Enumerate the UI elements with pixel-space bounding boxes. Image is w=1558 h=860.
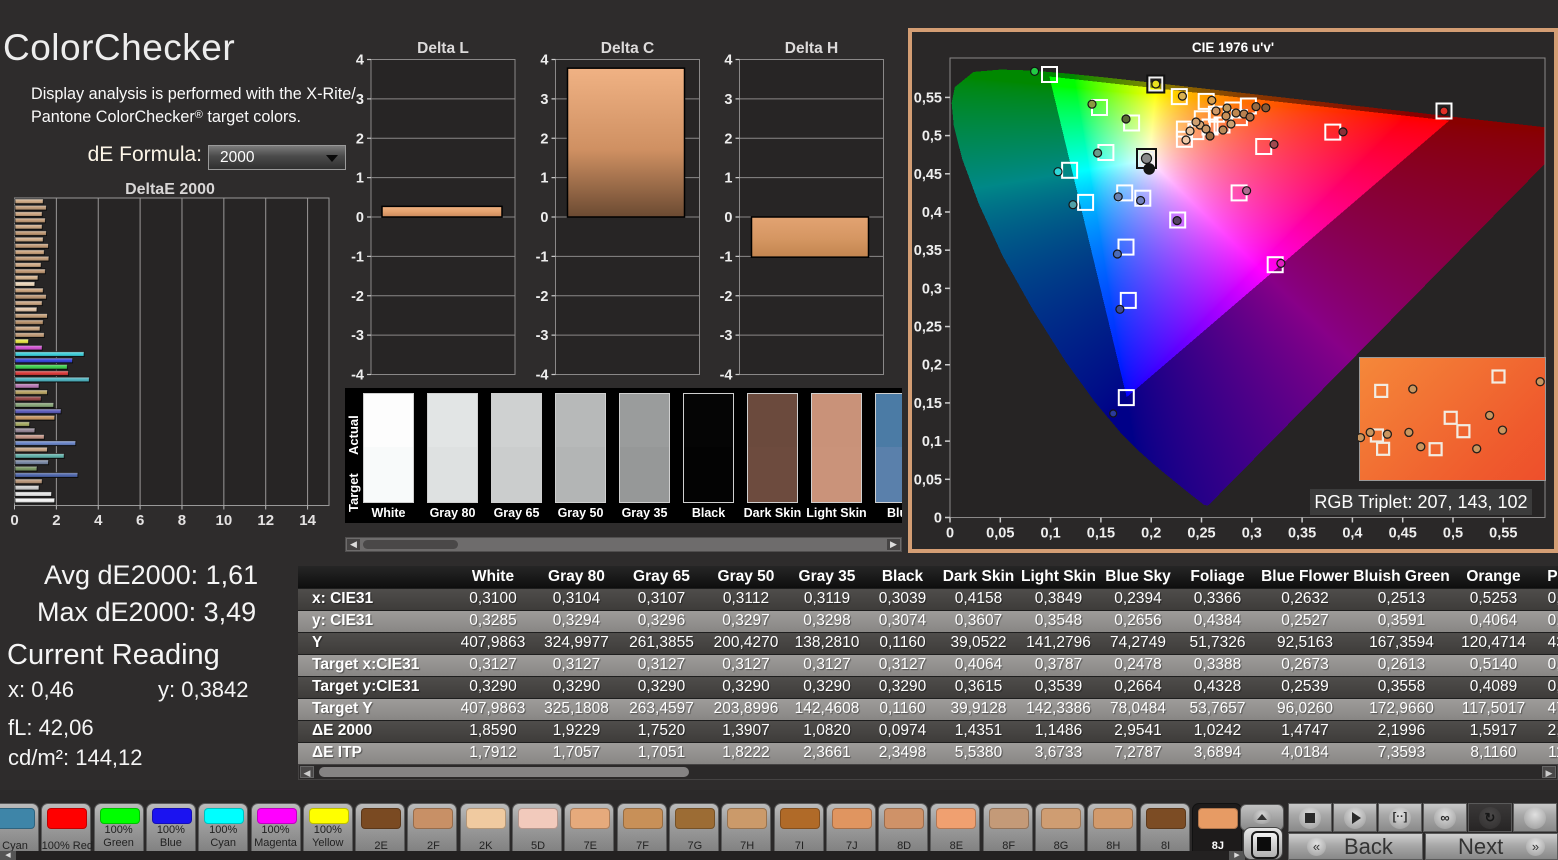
svg-text:0: 0 <box>356 210 364 226</box>
svg-text:0: 0 <box>540 210 548 226</box>
svg-text:1: 1 <box>724 171 732 187</box>
svg-text:-2: -2 <box>351 289 364 305</box>
svg-text:3: 3 <box>540 92 548 108</box>
svg-text:4: 4 <box>540 53 548 69</box>
svg-text:-3: -3 <box>536 328 549 344</box>
svg-text:2: 2 <box>540 131 548 147</box>
svg-text:Delta C: Delta C <box>601 40 654 57</box>
svg-text:14: 14 <box>299 512 316 529</box>
svg-text:0,4: 0,4 <box>1342 526 1362 542</box>
svg-text:0,4: 0,4 <box>922 205 942 221</box>
svg-text:0,55: 0,55 <box>1489 526 1517 542</box>
svg-text:2: 2 <box>724 131 732 147</box>
svg-text:0,05: 0,05 <box>986 526 1014 542</box>
svg-text:-1: -1 <box>536 249 549 265</box>
svg-text:1: 1 <box>540 171 548 187</box>
svg-text:0,35: 0,35 <box>1288 526 1316 542</box>
svg-text:0,5: 0,5 <box>1443 526 1463 542</box>
svg-text:0: 0 <box>724 210 732 226</box>
svg-text:-3: -3 <box>720 328 733 344</box>
svg-text:-2: -2 <box>720 289 733 305</box>
svg-text:3: 3 <box>724 92 732 108</box>
svg-text:2: 2 <box>52 512 60 529</box>
svg-text:4: 4 <box>356 53 364 69</box>
svg-text:0,15: 0,15 <box>914 396 942 412</box>
svg-text:0,25: 0,25 <box>1187 526 1215 542</box>
svg-text:3: 3 <box>356 92 364 108</box>
svg-text:1: 1 <box>356 171 364 187</box>
svg-text:0,1: 0,1 <box>1041 526 1061 542</box>
svg-text:12: 12 <box>257 512 274 529</box>
svg-text:Delta H: Delta H <box>785 40 838 57</box>
svg-text:2: 2 <box>356 131 364 147</box>
svg-text:0,2: 0,2 <box>922 358 942 374</box>
svg-text:0,5: 0,5 <box>922 129 942 145</box>
svg-text:-3: -3 <box>351 328 364 344</box>
svg-text:Delta L: Delta L <box>417 40 469 57</box>
svg-text:0,3: 0,3 <box>1242 526 1262 542</box>
svg-text:0,45: 0,45 <box>1389 526 1417 542</box>
svg-text:0: 0 <box>10 512 18 529</box>
svg-text:4: 4 <box>724 53 732 69</box>
svg-text:10: 10 <box>216 512 233 529</box>
svg-text:-4: -4 <box>351 368 364 384</box>
svg-text:-1: -1 <box>720 249 733 265</box>
svg-text:-1: -1 <box>351 249 364 265</box>
svg-text:0: 0 <box>946 526 954 542</box>
svg-text:6: 6 <box>136 512 144 529</box>
svg-text:0,2: 0,2 <box>1141 526 1161 542</box>
svg-text:4: 4 <box>94 512 103 529</box>
svg-text:0,05: 0,05 <box>914 472 942 488</box>
svg-text:-2: -2 <box>536 289 549 305</box>
svg-text:0,3: 0,3 <box>922 281 942 297</box>
svg-text:0,1: 0,1 <box>922 434 942 450</box>
svg-text:-4: -4 <box>720 368 733 384</box>
svg-text:0: 0 <box>934 511 942 527</box>
svg-text:0,15: 0,15 <box>1087 526 1115 542</box>
svg-text:0,55: 0,55 <box>914 90 942 106</box>
svg-text:DeltaE 2000: DeltaE 2000 <box>125 181 215 198</box>
svg-text:0,45: 0,45 <box>914 167 942 183</box>
svg-text:0,25: 0,25 <box>914 320 942 336</box>
svg-text:8: 8 <box>178 512 186 529</box>
svg-text:0,35: 0,35 <box>914 243 942 259</box>
svg-text:-4: -4 <box>536 368 549 384</box>
